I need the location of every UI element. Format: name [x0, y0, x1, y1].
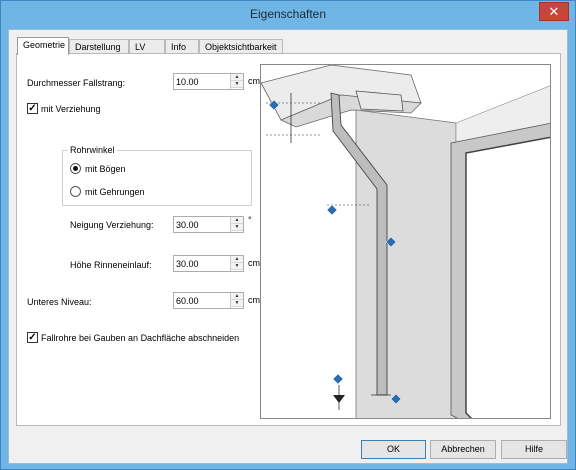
spin-up-icon[interactable]: ▲ — [231, 293, 243, 300]
rohrwinkel-title: Rohrwinkel — [68, 145, 117, 155]
radio-mit-gehrungen[interactable] — [70, 186, 81, 197]
dialog-window: Eigenschaften ✕ Geometrie Darstellung LV… — [0, 0, 576, 470]
niveau-label: Unteres Niveau: — [27, 297, 92, 307]
neigung-unit: ° — [248, 215, 252, 225]
durchmesser-field[interactable]: 10.00 ▲ ▼ — [173, 73, 244, 90]
verziehung-label: mit Verziehung — [41, 104, 101, 114]
tab-objektsichtbarkeit[interactable]: Objektsichtbarkeit — [199, 39, 283, 54]
tab-geometrie[interactable]: Geometrie — [17, 37, 69, 55]
neigung-label: Neigung Verziehung: — [70, 220, 154, 230]
dialog-client: Geometrie Darstellung LV Info Objektsich… — [8, 29, 568, 464]
spin-down-icon[interactable]: ▼ — [231, 81, 243, 88]
niveau-field[interactable]: 60.00 ▲ ▼ — [173, 292, 244, 309]
niveau-spinner[interactable]: ▲ ▼ — [230, 293, 243, 308]
cancel-button[interactable]: Abbrechen — [430, 440, 496, 459]
close-button[interactable]: ✕ — [539, 2, 569, 21]
spin-up-icon[interactable]: ▲ — [231, 74, 243, 81]
hoehe-field[interactable]: 30.00 ▲ ▼ — [173, 255, 244, 272]
gauben-label: Fallrohre bei Gauben an Dachfläche absch… — [41, 333, 240, 343]
niveau-unit: cm — [248, 295, 260, 305]
neigung-spinner[interactable]: ▲ ▼ — [230, 217, 243, 232]
hoehe-spinner[interactable]: ▲ ▼ — [230, 256, 243, 271]
hoehe-unit: cm — [248, 258, 260, 268]
hoehe-label: Höhe Rinneneinlauf: — [70, 260, 152, 270]
radio-mit-boegen[interactable] — [70, 163, 81, 174]
spin-down-icon[interactable]: ▼ — [231, 300, 243, 307]
verziehung-checkbox[interactable]: ✓ — [27, 103, 38, 114]
downpipe-illustration — [261, 65, 550, 418]
durchmesser-label: Durchmesser Fallstrang: — [27, 78, 126, 88]
radio-mit-gehrungen-label: mit Gehrungen — [85, 187, 145, 197]
spin-up-icon[interactable]: ▲ — [231, 256, 243, 263]
spin-down-icon[interactable]: ▼ — [231, 263, 243, 270]
ok-button[interactable]: OK — [361, 440, 426, 459]
tab-info[interactable]: Info — [165, 39, 199, 54]
close-icon: ✕ — [548, 4, 560, 19]
spin-down-icon[interactable]: ▼ — [231, 224, 243, 231]
geometry-panel: Durchmesser Fallstrang: 10.00 ▲ ▼ cm ✓ mi… — [16, 53, 561, 426]
rohrwinkel-group: Rohrwinkel mit Bögen mit Gehrungen — [62, 145, 252, 206]
radio-mit-boegen-label: mit Bögen — [85, 164, 126, 174]
durchmesser-spinner[interactable]: ▲ ▼ — [230, 74, 243, 89]
title-bar[interactable]: Eigenschaften ✕ — [1, 1, 575, 29]
tab-lv[interactable]: LV — [129, 39, 165, 54]
spin-up-icon[interactable]: ▲ — [231, 217, 243, 224]
window-title: Eigenschaften — [249, 7, 327, 21]
neigung-field[interactable]: 30.00 ▲ ▼ — [173, 216, 244, 233]
tab-darstellung[interactable]: Darstellung — [69, 39, 129, 54]
help-button[interactable]: Hilfe — [501, 440, 567, 459]
durchmesser-unit: cm — [248, 76, 260, 86]
preview-image — [260, 64, 551, 419]
gauben-checkbox[interactable]: ✓ — [27, 332, 38, 343]
